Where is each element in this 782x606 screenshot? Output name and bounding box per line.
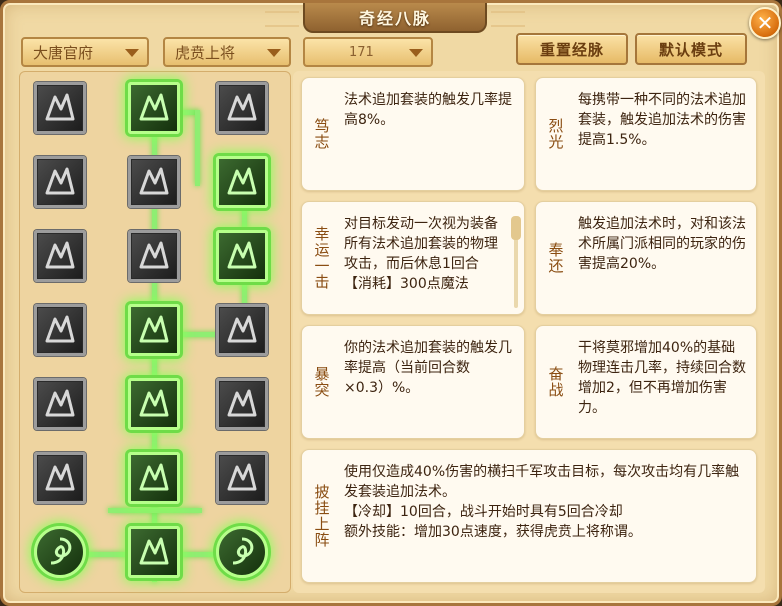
- skill-tree-panel: [19, 71, 291, 593]
- default-mode-button[interactable]: 默认模式: [635, 33, 747, 65]
- description-line: 使用仅造成40%伤害的横扫千军攻击目标，每次攻击均有几率触发套装追加法术。: [344, 464, 740, 500]
- description-scrollbar[interactable]: [511, 216, 521, 308]
- skill-description: 每携带一种不同的法术追加套装，触发追加法术的伤害提高1.5%。: [578, 92, 746, 148]
- tree-node[interactable]: [34, 156, 86, 208]
- triple-chevron-icon: [139, 537, 169, 565]
- chevron-down-icon: [267, 49, 281, 57]
- points-dropdown[interactable]: 171: [303, 37, 433, 67]
- close-button[interactable]: ✕: [749, 7, 781, 39]
- skill-description: 触发追加法术时，对和该法术所属门派相同的玩家的伤害提高20%。: [578, 216, 746, 272]
- skill-description: 使用仅造成40%伤害的横扫千军攻击目标，每次攻击均有几率触发套装追加法术。 【冷…: [344, 462, 746, 574]
- meridian-window: 奇经八脉 ✕ 大唐官府 虎贲上将 171 重置经脉 默认模式 笃志 法术追加套装…: [0, 0, 782, 606]
- sprint-figure-icon: [139, 389, 169, 417]
- crossed-swords-icon: [139, 167, 169, 195]
- tree-node[interactable]: [128, 156, 180, 208]
- serpent-orb-icon: [50, 537, 72, 565]
- skill-card[interactable]: 烈光 每携带一种不同的法术追加套装，触发追加法术的伤害提高1.5%。: [535, 77, 757, 191]
- reset-meridian-button[interactable]: 重置经脉: [516, 33, 628, 65]
- skill-name: 奋战: [546, 366, 565, 398]
- courage-seal-icon: [139, 463, 169, 491]
- chevron-down-icon: [409, 49, 423, 57]
- skill-card[interactable]: 奋战 干将莫邪增加40%的基础物理连击几率，持续回合数增加2，但不再增加伤害力。: [535, 325, 757, 439]
- blade-arc-icon: [227, 241, 257, 269]
- skill-card-wide[interactable]: 披挂上阵 使用仅造成40%伤害的横扫千军攻击目标，每次攻击均有几率触发套装追加法…: [301, 449, 757, 583]
- title-dropdown[interactable]: 虎贲上将: [163, 37, 291, 67]
- skill-card[interactable]: 奉还 触发追加法术时，对和该法术所属门派相同的玩家的伤害提高20%。: [535, 201, 757, 315]
- running-warrior-icon: [139, 93, 169, 121]
- faction-value: 大唐官府: [33, 43, 94, 62]
- shattered-heart-icon: [227, 389, 257, 417]
- skill-card[interactable]: 暴突 你的法术追加套装的触发几率提高（当前回合数×0.3）%。: [301, 325, 525, 439]
- skill-card[interactable]: 笃志 法术追加套装的触发几率提高8%。: [301, 77, 525, 191]
- tree-node[interactable]: [128, 82, 180, 134]
- skill-name: 笃志: [312, 118, 331, 150]
- slash-strikes-icon: [227, 167, 257, 195]
- skill-description: 干将莫邪增加40%的基础物理连击几率，持续回合数增加2，但不再增加伤害力。: [578, 340, 746, 416]
- dragon-claw-icon: [227, 315, 257, 343]
- tree-link: [108, 508, 202, 513]
- faction-dropdown[interactable]: 大唐官府: [21, 37, 149, 67]
- tree-node[interactable]: [216, 526, 268, 578]
- broken-heart-icon: [139, 241, 169, 269]
- burst-figure-icon: [45, 167, 75, 195]
- tree-node[interactable]: [34, 452, 86, 504]
- tree-link: [195, 110, 200, 186]
- chevron-down-icon: [125, 49, 139, 57]
- title-value: 虎贲上将: [175, 43, 236, 62]
- tree-node[interactable]: [216, 452, 268, 504]
- spinning-slash-icon: [45, 241, 75, 269]
- tree-node[interactable]: [34, 304, 86, 356]
- lightning-figure-icon: [45, 93, 75, 121]
- tree-node[interactable]: [128, 526, 180, 578]
- skill-name: 幸运一击: [312, 226, 331, 290]
- tree-node[interactable]: [34, 526, 86, 578]
- tree-node[interactable]: [216, 378, 268, 430]
- points-value: 171: [349, 44, 374, 60]
- scroll-talisman-icon: [227, 463, 257, 491]
- description-line: 额外技能：增加30点速度，获得虎贲上将称谓。: [344, 524, 642, 540]
- skill-name: 暴突: [312, 366, 331, 398]
- wind-swirl-icon: [227, 93, 257, 121]
- tree-node[interactable]: [128, 304, 180, 356]
- skill-description: 你的法术追加套装的触发几率提高（当前回合数×0.3）%。: [344, 340, 512, 396]
- skill-description: 法术追加套装的触发几率提高8%。: [344, 92, 512, 128]
- tree-node[interactable]: [216, 82, 268, 134]
- tree-node[interactable]: [216, 304, 268, 356]
- tree-node[interactable]: [128, 378, 180, 430]
- tree-node[interactable]: [216, 156, 268, 208]
- skill-name: 披挂上阵: [312, 484, 331, 548]
- skill-name: 烈光: [546, 118, 565, 150]
- description-line: 【冷却】10回合，战斗开始时具有5回合冷却: [344, 504, 623, 520]
- skill-name: 奉还: [546, 242, 565, 274]
- tree-node[interactable]: [34, 378, 86, 430]
- sword-rain-icon: [45, 463, 75, 491]
- tree-node[interactable]: [128, 452, 180, 504]
- tree-node[interactable]: [128, 230, 180, 282]
- skill-description: 对目标发动一次视为装备所有法术追加套装的物理攻击，而后休息1回合【消耗】300点…: [344, 216, 498, 292]
- skill-details-panel: 笃志 法术追加套装的触发几率提高8%。 烈光 每携带一种不同的法术追加套装，触发…: [293, 71, 765, 593]
- skill-card[interactable]: 幸运一击 对目标发动一次视为装备所有法术追加套装的物理攻击，而后休息1回合【消耗…: [301, 201, 525, 315]
- window-title: 奇经八脉: [265, 3, 525, 33]
- tree-node[interactable]: [34, 82, 86, 134]
- flying-blades-icon: [45, 389, 75, 417]
- twin-warriors-icon: [139, 315, 169, 343]
- tree-node[interactable]: [34, 230, 86, 282]
- paw-strike-icon: [45, 315, 75, 343]
- serpent-orb-icon: [232, 537, 254, 565]
- tree-node[interactable]: [216, 230, 268, 282]
